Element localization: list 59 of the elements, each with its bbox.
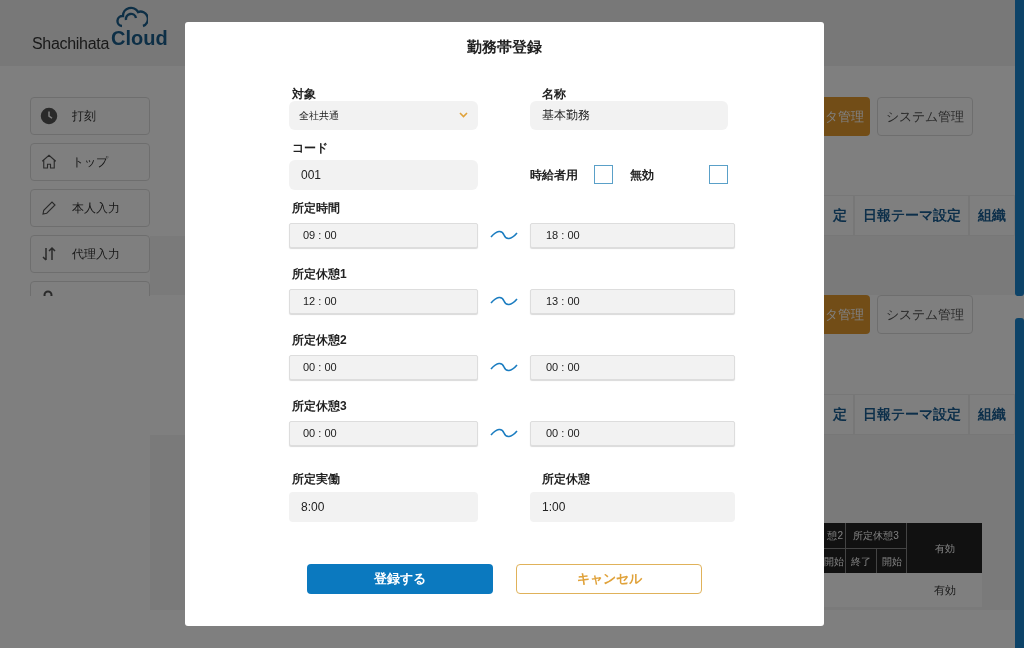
register-button[interactable]: 登録する [307,563,493,594]
field-label: 所定実働 [291,470,341,484]
nav-tab[interactable]: 日報テーマ設定 [854,195,969,236]
checkbox-label: 時給者用 [530,166,578,184]
table-header-cell: 憩2 [822,523,846,549]
field-label: 名称 [541,85,567,99]
menu-button[interactable]: システム管理 [877,295,973,334]
checkbox-label: 無効 [630,166,654,184]
table-header-cell: 開始 [822,549,846,573]
sidebar-item[interactable]: 代理入力 [30,235,150,273]
field-label: 所定休憩3 [291,397,348,411]
field-label: コード [291,139,329,153]
start-time-input[interactable]: 00 : 00 [289,420,478,446]
table-cell: 有効 [907,573,982,607]
start-time-input[interactable]: 00 : 00 [289,354,478,380]
nav-tab[interactable]: 日報テーマ設定 [854,394,969,435]
target-select[interactable]: 全社共通 [289,100,478,130]
total-field: 8:00 [289,491,478,522]
start-time-input[interactable]: 09 : 00 [289,222,478,248]
nav-tab[interactable]: 組織 [969,394,1015,435]
pencil-icon [40,199,58,217]
chevron-down-icon [459,112,468,118]
table-header-cell: 有効 [907,523,982,573]
scrollbar[interactable] [1015,318,1024,648]
checkbox[interactable] [709,165,728,184]
tilde-icon [490,296,518,306]
sidebar-item[interactable]: 本人入力 [30,189,150,227]
home-icon [40,153,58,171]
checkbox[interactable] [594,165,613,184]
tilde-icon [490,230,518,240]
sidebar-item[interactable]: 打刻 [30,97,150,135]
code-input[interactable]: 001 [289,159,478,190]
field-label: 対象 [291,85,317,99]
field-label: 所定休憩1 [291,265,348,279]
sidebar-item[interactable]: トップ [30,143,150,181]
nav-tab[interactable]: 組織 [969,195,1015,236]
logo-accent-text: Cloud [111,27,168,49]
end-time-input[interactable]: 00 : 00 [530,354,735,380]
logo-text: Shachihata [32,36,110,52]
swap-arrows-icon [40,245,58,263]
field-label: 所定時間 [291,199,341,213]
end-time-input[interactable]: 00 : 00 [530,420,735,446]
start-time-input[interactable]: 12 : 00 [289,288,478,314]
total-field: 1:00 [530,491,735,522]
field-label: 所定休憩2 [291,331,348,345]
tilde-icon [490,428,518,438]
dialog-title: 勤務帯登録 [466,37,543,57]
end-time-input[interactable]: 13 : 00 [530,288,735,314]
clock-icon [40,107,58,125]
menu-button[interactable]: システム管理 [877,97,973,136]
scrollbar[interactable] [1015,0,1024,296]
end-time-input[interactable]: 18 : 00 [530,222,735,248]
table-header-cell: 終了 [846,549,877,573]
tilde-icon [490,362,518,372]
table-header-cell: 所定休憩3 [846,523,907,549]
cloud-logo-icon [116,6,149,28]
name-input[interactable]: 基本勤務 [530,100,728,130]
table-header-cell: 開始 [877,549,907,573]
field-label: 所定休憩 [541,470,591,484]
